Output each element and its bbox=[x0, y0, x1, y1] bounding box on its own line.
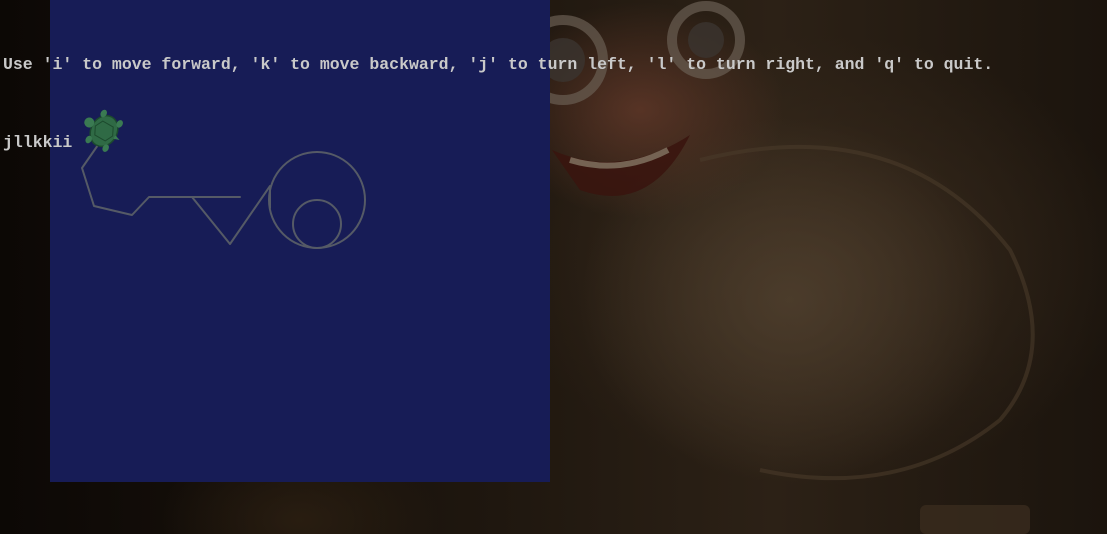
terminal-output: Use 'i' to move forward, 'k' to move bac… bbox=[3, 0, 993, 182]
keystroke-echo: jllkkii bbox=[3, 133, 73, 152]
instructions-text: Use 'i' to move forward, 'k' to move bac… bbox=[3, 55, 994, 74]
